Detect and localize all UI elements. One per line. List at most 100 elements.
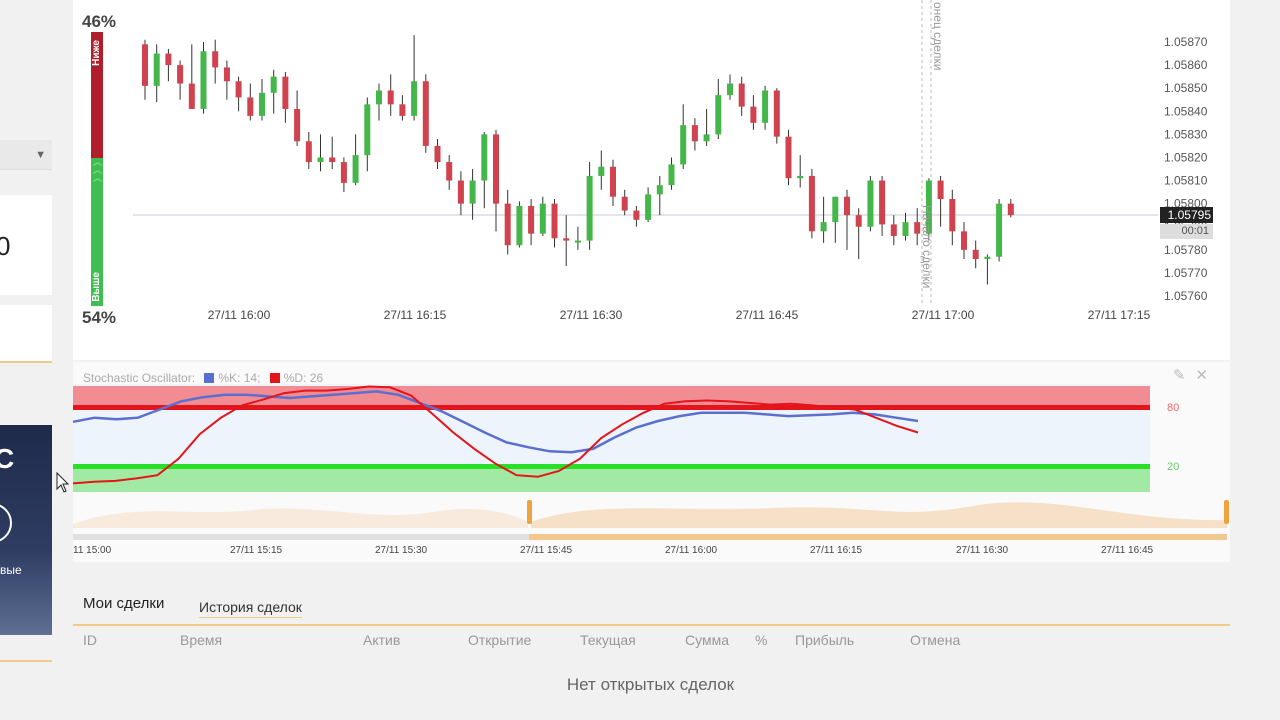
candle-body [832,196,839,223]
candle-body [937,180,944,200]
promo-banner[interactable]: C вые [0,425,52,635]
candle-body [446,162,453,181]
navigator-area-left [73,508,528,528]
candle-body [750,106,757,123]
candle-body [808,175,815,232]
candle-body [633,210,640,220]
price-axis-label: 1.05830 [1164,127,1208,141]
candle-body [902,222,909,236]
candle-body [305,141,312,163]
time-axis-label: 27/11 16:45 [736,308,799,322]
level-low-line [73,464,1150,469]
sidebar-divider [0,305,52,363]
navigator-time-label: 27/11 16:45 [1101,545,1154,556]
navigator-time-label: 27/11 15:30 [375,545,428,556]
countdown-timer: 00:01 [1160,224,1213,239]
col-percent: % [755,632,768,648]
candle-body [481,134,488,181]
candle-body [387,90,394,105]
price-axis-label: 1.05810 [1164,174,1208,188]
asset-select[interactable]: ▼ [0,140,52,170]
navigator-time-label: 27/11 15:45 [520,545,573,556]
candle-body [493,134,499,204]
k-swatch [204,373,215,383]
amount-box[interactable]: 0 [0,195,52,295]
price-axis-label: 1.05860 [1164,58,1208,72]
overbought-zone [73,386,1150,408]
navigator-time-label: 27/11 16:15 [810,545,863,556]
price-axis-label: 1.05760 [1164,289,1208,303]
col-asset: Актив [363,632,401,648]
mouse-pointer-icon [56,471,70,493]
candle-body [142,44,148,86]
price-axis-label: 1.05780 [1164,243,1208,257]
navigator-handle-right [1224,500,1229,524]
candle-body [598,166,605,176]
candle-body [855,215,862,227]
candle-body [586,175,593,241]
amount-value: 0 [0,231,11,261]
navigator-area-right [531,502,1227,528]
candle-body [867,180,874,227]
navigator-time-label: 27/11 15:15 [230,545,283,556]
empty-trades-message: Нет открытых сделок [566,675,735,694]
deal-end-marker-label: онец сделки [931,2,945,71]
oscillator-tools: ✎ ✕ [1163,366,1208,384]
candle-body [329,157,336,163]
close-icon[interactable]: ✕ [1195,367,1208,384]
pencil-icon[interactable]: ✎ [1173,367,1186,384]
candle-body [165,53,172,66]
navigator-handle-left [527,500,532,524]
candle-body [188,83,195,109]
candle-body [668,164,675,186]
navigator-time-label: 11 15:00 [73,545,112,556]
candle-body [223,67,230,82]
candle-body [352,155,359,183]
oversold-zone [73,466,1150,492]
candle-body [1007,203,1014,216]
candle-body [797,175,804,179]
candle-body [516,205,523,246]
stochastic-panel[interactable]: 11 15:00 27/11 15:15 27/11 15:30 27/11 15:4… [72,362,1230,562]
current-price-label: 1.05795 [1160,207,1213,223]
candle-body [574,240,581,243]
candle-body [645,194,652,220]
candlestick-series: 1.05870 1.05860 1.05850 1.05840 1.05830 1.058… [133,0,1208,322]
promo-circle-icon [0,503,12,543]
candle-body [504,203,511,246]
time-axis-label: 27/11 16:30 [560,308,623,322]
col-id: ID [83,632,97,648]
candle-body [610,166,616,197]
deal-start-marker-label: Начало сделки [920,205,934,289]
candle-body [551,203,558,239]
candle-body [785,136,792,179]
promo-text: вые [0,563,22,577]
col-current: Текущая [580,632,636,648]
time-axis-label: 27/11 17:15 [1088,308,1151,322]
tab-trade-history[interactable]: История сделок [199,599,302,618]
candle-body [680,125,687,165]
candle-body [282,76,289,109]
candle-body [996,203,1003,257]
tab-my-trades[interactable]: Мои сделки [83,595,164,612]
candle-body [469,180,476,204]
candle-body [212,51,219,68]
candle-body [984,256,991,260]
candle-body [317,157,324,163]
oscillator-legend: Stochastic Oscillator: %K: 14; %D: 26 [83,371,323,385]
chevron-down-icon[interactable]: ▼ [35,149,46,161]
candle-body [270,76,277,93]
candle-body [528,205,535,234]
promo-letter: C [0,443,15,474]
d-swatch [269,373,280,383]
navigator-time-label: 27/11 16:00 [665,545,718,556]
time-axis-label: 27/11 17:00 [912,308,975,322]
candle-body [294,108,301,142]
candle-body [177,65,184,84]
price-chart[interactable]: 46% Ниже Выше ︿ ︿ ︿ 54% 1.05870 1.05860 1.05… [73,0,1230,360]
left-panel: ▼ 0 C вые [0,0,52,720]
price-axis-label: 1.05870 [1164,35,1208,49]
candle-body [703,134,710,142]
price-axis-label: 1.05820 [1164,150,1208,164]
candle-body [200,51,207,109]
